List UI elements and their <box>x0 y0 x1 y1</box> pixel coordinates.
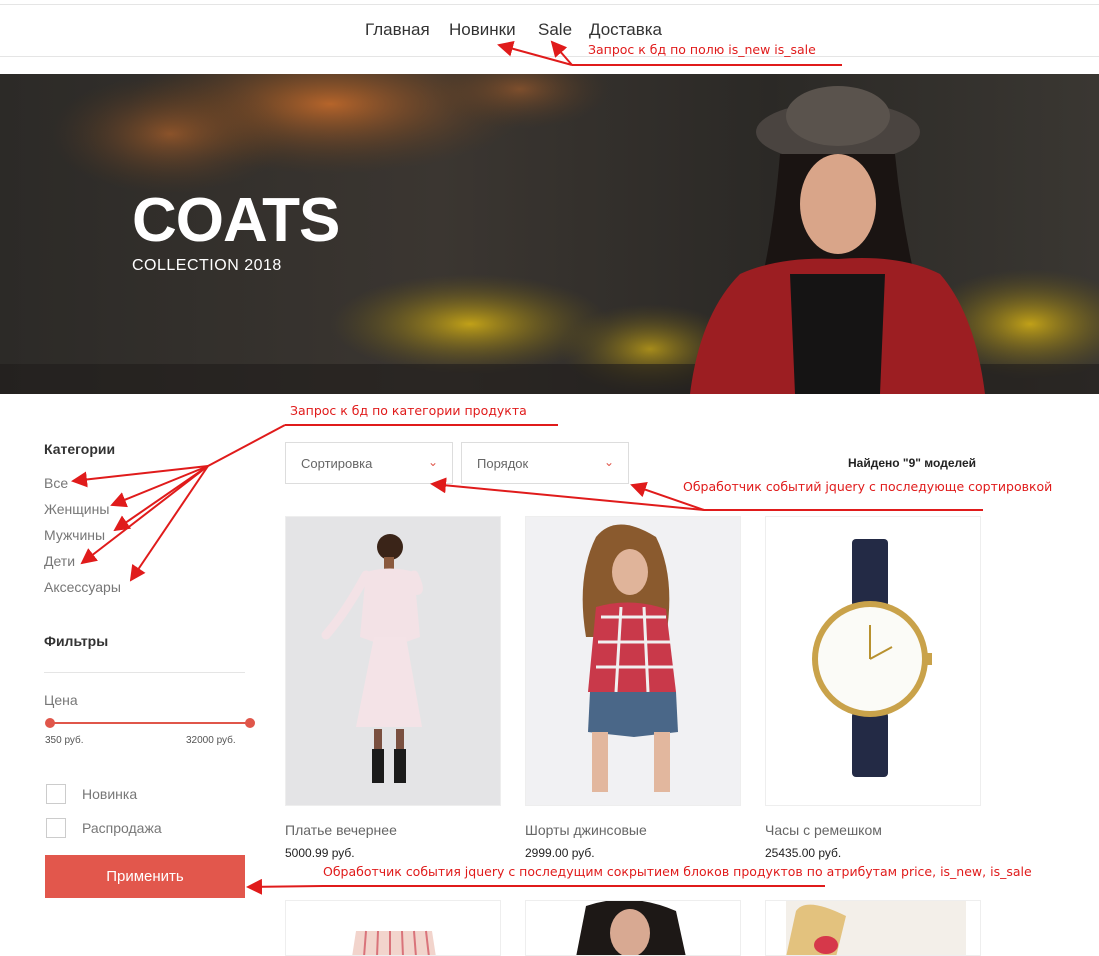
categories-title: Категории <box>44 441 116 457</box>
results-count: Найдено "9" моделей <box>848 456 977 470</box>
filters-divider <box>44 672 245 673</box>
product-price: 25435.00 руб. <box>765 846 842 860</box>
nav-item-new[interactable]: Новинки <box>449 20 516 40</box>
nav-item-delivery[interactable]: Доставка <box>589 20 662 40</box>
order-select[interactable]: Порядок ⌄ <box>461 442 629 484</box>
price-label: Цена <box>44 692 78 708</box>
main-nav: Главная Новинки Sale Доставка <box>0 5 1099 57</box>
apply-filters-button[interactable]: Применить <box>45 855 245 898</box>
annotation-nav: Запрос к бд по полю is_new is_sale <box>588 42 816 57</box>
category-men[interactable]: Мужчины <box>44 527 105 543</box>
price-slider-max-handle[interactable] <box>245 718 255 728</box>
product-image-sunglasses[interactable] <box>765 900 981 956</box>
sunglasses-photo-icon <box>786 901 966 955</box>
hero-banner: COATS COLLECTION 2018 <box>0 74 1099 394</box>
product-image-dress[interactable] <box>285 516 501 806</box>
sale-checkbox[interactable] <box>46 818 66 838</box>
category-all[interactable]: Все <box>44 475 68 491</box>
nav-item-home[interactable]: Главная <box>365 20 430 40</box>
shorts-photo-icon <box>582 524 678 792</box>
category-women[interactable]: Женщины <box>44 501 109 517</box>
product-price: 5000.99 руб. <box>285 846 355 860</box>
chevron-down-icon: ⌄ <box>603 455 614 469</box>
price-min-value: 350 руб. <box>45 735 84 746</box>
order-select-label: Порядок <box>477 455 529 471</box>
sort-select-label: Сортировка <box>301 455 373 471</box>
product-price: 2999.00 руб. <box>525 846 595 860</box>
sale-checkbox-label[interactable]: Распродажа <box>82 820 162 836</box>
filters-title: Фильтры <box>44 633 109 649</box>
price-slider-track[interactable] <box>50 722 250 724</box>
hero-title: COATS <box>132 186 340 255</box>
price-max-value: 32000 руб. <box>186 735 236 746</box>
dress-photo-icon <box>321 534 423 783</box>
category-accessories[interactable]: Аксессуары <box>44 579 121 595</box>
category-kids[interactable]: Дети <box>44 553 75 569</box>
product-image-model[interactable] <box>525 900 741 956</box>
sort-select[interactable]: Сортировка ⌄ <box>285 442 453 484</box>
hero-subtitle: COLLECTION 2018 <box>132 257 282 274</box>
chevron-down-icon: ⌄ <box>427 455 438 469</box>
watch-photo-icon <box>812 539 932 777</box>
annotation-filter: Обработчик события jquery с последущим с… <box>323 864 1032 879</box>
model-photo-icon <box>576 901 686 955</box>
product-name[interactable]: Платье вечернее <box>285 822 397 838</box>
new-checkbox-label[interactable]: Новинка <box>82 786 137 802</box>
new-checkbox[interactable] <box>46 784 66 804</box>
annotation-sort: Обработчик событий jquery с последующе с… <box>683 479 1053 494</box>
product-image-shorts[interactable] <box>525 516 741 806</box>
product-name[interactable]: Часы с ремешком <box>765 822 882 838</box>
product-image-skirt[interactable] <box>285 900 501 956</box>
product-image-watch[interactable] <box>765 516 981 806</box>
price-slider-min-handle[interactable] <box>45 718 55 728</box>
annotation-category: Запрос к бд по категории продукта <box>290 403 527 418</box>
nav-item-sale[interactable]: Sale <box>538 20 572 40</box>
product-name[interactable]: Шорты джинсовые <box>525 822 647 838</box>
skirt-photo-icon <box>352 930 436 955</box>
